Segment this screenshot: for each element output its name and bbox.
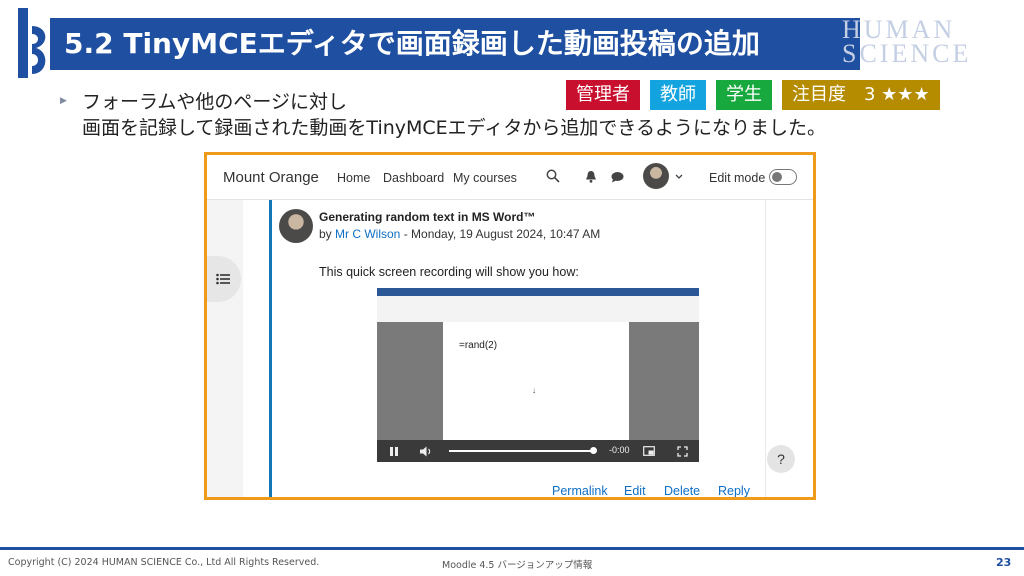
post-author-avatar[interactable]: [279, 209, 313, 243]
nav-home[interactable]: Home: [337, 171, 370, 185]
post-title: Generating random text in MS Word™: [319, 210, 536, 224]
video-progress-track[interactable]: [449, 450, 595, 452]
post-meta: by Mr C Wilson - Monday, 19 August 2024,…: [319, 227, 600, 241]
bullet-triangle-icon: ▶: [60, 96, 67, 106]
slide-header: 5.2 TinyMCEエディタで画面録画した動画投稿の追加 HUMAN SCIE…: [0, 0, 1024, 80]
moodle-screenshot: Mount Orange Home Dashboard My courses E…: [204, 152, 816, 500]
post-indent-rule: [269, 200, 272, 497]
video-player[interactable]: =rand(2) ↓ -0:00: [377, 288, 699, 462]
reply-link[interactable]: Reply: [718, 484, 750, 497]
badge-attention: 注目度 3 ★★★: [782, 80, 940, 110]
video-doc-text: =rand(2): [459, 340, 498, 351]
badge-admin: 管理者: [566, 80, 640, 110]
brand-line-2: SCIENCE: [842, 39, 972, 68]
badge-teacher: 教師: [650, 80, 706, 110]
chevron-down-icon[interactable]: [675, 174, 683, 180]
pause-icon[interactable]: [389, 446, 399, 457]
post-by: by: [319, 227, 336, 241]
video-word-titlebar: [377, 288, 699, 296]
post-body-text: This quick screen recording will show yo…: [319, 265, 579, 279]
permalink-link[interactable]: Permalink: [552, 484, 608, 497]
nav-my-courses[interactable]: My courses: [453, 171, 517, 185]
footer-subtitle: Moodle 4.5 バージョンアップ情報: [442, 560, 593, 571]
fullscreen-icon[interactable]: [677, 446, 688, 457]
moodle-navbar: Mount Orange Home Dashboard My courses E…: [207, 155, 813, 200]
volume-icon[interactable]: [419, 446, 432, 457]
course-index-button[interactable]: [207, 256, 241, 302]
video-word-ribbon: [377, 296, 699, 322]
post-author-link[interactable]: Mr C Wilson: [335, 227, 400, 241]
footer-copyright: Copyright (C) 2024 HUMAN SCIENCE Co., Lt…: [8, 557, 320, 568]
role-badges: 管理者 教師 学生 注目度 3 ★★★: [566, 80, 940, 110]
video-time: -0:00: [609, 445, 630, 455]
video-controls: -0:00: [377, 440, 699, 462]
slide-title: 5.2 TinyMCEエディタで画面録画した動画投稿の追加: [64, 27, 760, 60]
bell-icon[interactable]: [585, 170, 597, 183]
nav-dashboard[interactable]: Dashboard: [383, 171, 444, 185]
course-index-drawer: [207, 200, 243, 497]
right-column-divider: [765, 200, 766, 497]
list-icon: [216, 273, 230, 285]
messages-icon[interactable]: [611, 171, 624, 183]
brand-wordmark: HUMAN SCIENCE: [842, 17, 1012, 68]
site-name-link[interactable]: Mount Orange: [223, 169, 319, 186]
footer-rule: [0, 547, 1024, 550]
search-icon[interactable]: [546, 169, 560, 183]
edit-mode-toggle[interactable]: [769, 169, 797, 185]
help-button[interactable]: ?: [767, 445, 795, 473]
delete-link[interactable]: Delete: [664, 484, 700, 497]
video-progress-knob[interactable]: [590, 447, 597, 454]
description-line-2: 画面を記録して録画された動画をTinyMCEエディタから追加できるようになりまし…: [82, 117, 826, 139]
picture-in-picture-icon[interactable]: [643, 446, 655, 456]
human-science-logo-icon: [18, 8, 46, 78]
user-avatar[interactable]: [643, 163, 669, 189]
video-cursor-icon: ↓: [532, 386, 536, 395]
badge-student: 学生: [716, 80, 772, 110]
edit-mode-label: Edit mode: [709, 171, 766, 185]
post-date: - Monday, 19 August 2024, 10:47 AM: [400, 227, 601, 241]
edit-link[interactable]: Edit: [624, 484, 646, 497]
page-number: 23: [996, 556, 1012, 569]
